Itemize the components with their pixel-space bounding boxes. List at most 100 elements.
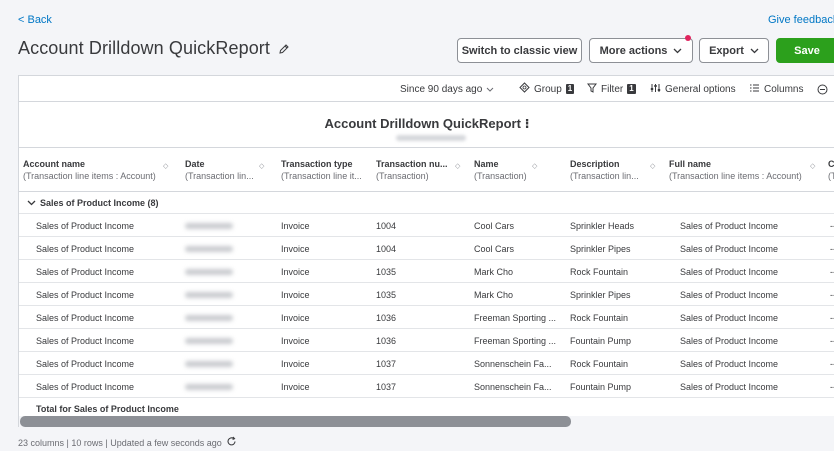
cell-date-blurred (185, 214, 245, 237)
table-row[interactable]: Sales of Product Income Invoice 1037 Sonnen… (19, 375, 834, 398)
horizontal-scrollbar-thumb[interactable] (20, 416, 571, 427)
cell-date-blurred (185, 283, 245, 306)
table-row[interactable]: Sales of Product Income Invoice 1037 Sonnen… (19, 352, 834, 375)
table-row[interactable]: Sales of Product Income Invoice 1004 Cool C… (19, 214, 834, 237)
more-actions-button[interactable]: More actions (589, 38, 693, 63)
cell-account-name: Sales of Product Income (36, 335, 135, 346)
report-date-range-blurred (396, 135, 466, 141)
column-header-subtitle: (Transaction line items : Account) (669, 171, 802, 181)
cell-name: Mark Cho (474, 266, 514, 277)
column-header-transaction-number[interactable]: Transaction nu... (Transaction) (376, 158, 448, 182)
group-label: Sales of Product Income (8) (40, 197, 159, 208)
group-count-badge: 1 (565, 84, 575, 94)
total-label: Total for Sales of Product Income (36, 404, 179, 414)
cell-truncated: -- (830, 312, 834, 323)
date-range-dropdown[interactable]: Since 90 days ago (400, 76, 494, 102)
more-actions-label: More actions (599, 44, 668, 57)
column-header-transaction-type[interactable]: Transaction type (Transaction line it... (281, 158, 362, 182)
report-title-menu-icon[interactable]: ⁝ (525, 116, 530, 131)
notification-dot (685, 35, 691, 41)
cell-date-blurred (185, 260, 245, 283)
cell-full-name: Sales of Product Income (680, 220, 779, 231)
column-header-subtitle: (Transaction lin... (570, 171, 639, 181)
cell-truncated: -- (830, 289, 834, 300)
cell-transaction-type: Invoice (281, 266, 310, 277)
sort-icon[interactable]: ◇ (650, 163, 655, 170)
collapse-icon[interactable] (817, 76, 828, 102)
table-row[interactable]: Sales of Product Income Invoice 1035 Mark C… (19, 283, 834, 306)
column-header-date[interactable]: Date (Transaction lin... (185, 158, 254, 182)
column-header-subtitle: (T (828, 171, 834, 181)
column-header-subtitle: (Transaction line items : Account) (23, 171, 156, 181)
column-header-description[interactable]: Description (Transaction lin... (570, 158, 639, 182)
table-row[interactable]: Sales of Product Income Invoice 1004 Cool C… (19, 237, 834, 260)
cell-full-name: Sales of Product Income (680, 335, 779, 346)
cell-transaction-number: 1035 (376, 289, 397, 300)
column-header-truncated[interactable]: C (T (828, 158, 834, 182)
date-range-label: Since 90 days ago (400, 83, 483, 95)
cell-full-name: Sales of Product Income (680, 243, 779, 254)
cell-description: Rock Fountain (570, 358, 629, 369)
refresh-icon[interactable] (226, 436, 237, 449)
columns-button[interactable]: Columns (749, 76, 803, 102)
general-options-label: General options (665, 83, 736, 95)
chevron-down-icon (673, 45, 682, 57)
general-options-button[interactable]: General options (650, 76, 736, 102)
cell-transaction-number: 1004 (376, 220, 397, 231)
cell-account-name: Sales of Product Income (36, 220, 135, 231)
cell-description: Rock Fountain (570, 266, 629, 277)
sort-icon[interactable]: ◇ (259, 163, 264, 170)
give-feedback-link[interactable]: Give feedback (768, 14, 834, 26)
save-button[interactable]: Save (776, 38, 834, 63)
group-button[interactable]: Group 1 (519, 76, 575, 102)
column-header-subtitle: (Transaction lin... (185, 171, 254, 181)
filter-count-badge: 1 (627, 84, 636, 94)
switch-to-classic-view-label: Switch to classic view (461, 44, 578, 57)
table-row[interactable]: Sales of Product Income Invoice 1036 Freema… (19, 306, 834, 329)
export-button[interactable]: Export (699, 38, 769, 63)
report-panel: Since 90 days ago Group 1 Filter 1 Gener… (18, 75, 834, 427)
switch-to-classic-view-button[interactable]: Switch to classic view (457, 38, 582, 63)
cell-name: Mark Cho (474, 289, 514, 300)
sort-icon[interactable]: ◇ (163, 163, 168, 170)
column-header-title: Date (185, 159, 205, 169)
title-row: Account Drilldown QuickReport (18, 38, 290, 59)
report-title: Account Drilldown QuickReport ⁝ (19, 116, 834, 132)
table-row[interactable]: Sales of Product Income Invoice 1035 Mark C… (19, 260, 834, 283)
cell-full-name: Sales of Product Income (680, 358, 779, 369)
sort-icon[interactable]: ◇ (532, 163, 537, 170)
cell-account-name: Sales of Product Income (36, 312, 135, 323)
cell-name: Sonnenschein Fa... (474, 381, 552, 392)
cell-description: Sprinkler Pipes (570, 243, 631, 254)
column-header-title: Description (570, 159, 620, 169)
cell-name: Freeman Sporting ... (474, 312, 557, 323)
cell-description: Fountain Pump (570, 381, 632, 392)
cell-truncated: -- (830, 358, 834, 369)
cell-name: Cool Cars (474, 220, 515, 231)
filter-button[interactable]: Filter 1 (587, 76, 636, 102)
cell-transaction-type: Invoice (281, 289, 310, 300)
column-header-title: Name (474, 159, 499, 169)
table-row[interactable]: Sales of Product Income Invoice 1036 Freema… (19, 329, 834, 352)
group-row-sales-of-product-income[interactable]: Sales of Product Income (8) (19, 192, 834, 214)
cell-transaction-type: Invoice (281, 243, 310, 254)
report-title-text: Account Drilldown QuickReport (324, 116, 521, 131)
back-link[interactable]: < Back (18, 14, 52, 26)
sort-icon[interactable]: ◇ (810, 163, 815, 170)
cell-truncated: -- (830, 266, 834, 277)
column-header-name[interactable]: Name (Transaction) (474, 158, 527, 182)
pencil-icon[interactable] (278, 43, 290, 55)
chevron-down-icon (486, 84, 494, 95)
cell-description: Fountain Pump (570, 335, 632, 346)
status-text: 23 columns | 10 rows | Updated a few sec… (18, 437, 222, 448)
column-header-title: Transaction type (281, 159, 353, 169)
cell-transaction-type: Invoice (281, 358, 310, 369)
cell-account-name: Sales of Product Income (36, 289, 135, 300)
cell-date-blurred (185, 237, 245, 260)
column-header-title: C (828, 159, 834, 169)
column-header-account-name[interactable]: Account name (Transaction line items : A… (23, 158, 156, 182)
cell-description: Sprinkler Pipes (570, 289, 631, 300)
chevron-down-icon (750, 45, 759, 57)
sort-icon[interactable]: ◇ (455, 163, 460, 170)
column-header-full-name[interactable]: Full name (Transaction line items : Acco… (669, 158, 802, 182)
